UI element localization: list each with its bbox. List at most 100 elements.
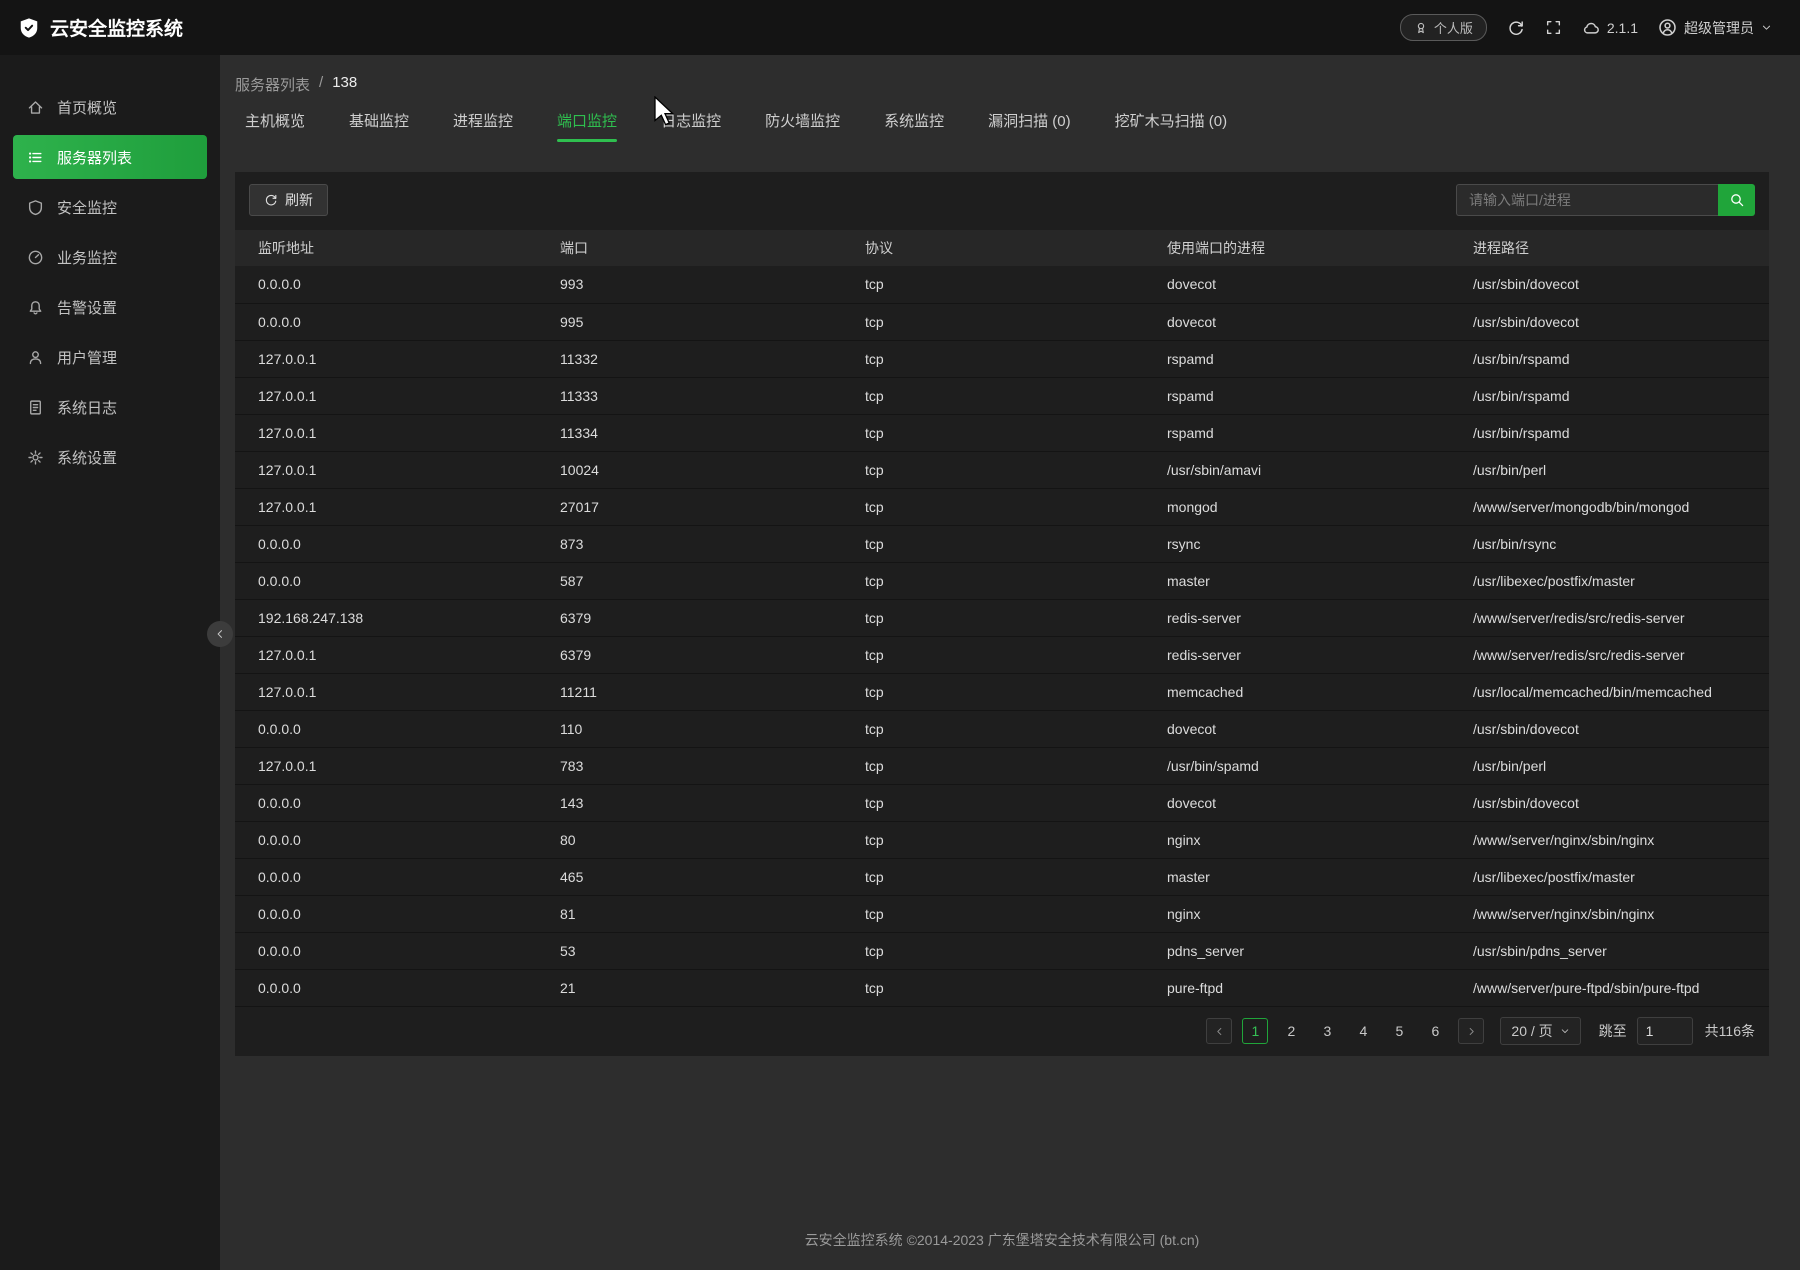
page-button-1[interactable]: 1 [1242,1018,1268,1044]
column-header-process: 使用端口的进程 [1144,230,1450,266]
sidebar-collapse-button[interactable] [207,621,233,647]
page-button-3[interactable]: 3 [1314,1018,1340,1044]
breadcrumb-separator: / [319,74,323,95]
tab-base-monitor[interactable]: 基础监控 [349,110,409,142]
cell-process: mongod [1144,488,1450,525]
column-header-listen-address: 监听地址 [235,230,537,266]
tab-host-overview[interactable]: 主机概览 [245,110,305,142]
sidebar-item-alerts[interactable]: 告警设置 [13,285,207,329]
cell-process: redis-server [1144,599,1450,636]
cell-listen-address: 127.0.0.1 [235,451,537,488]
sidebar-item-logs[interactable]: 系统日志 [13,385,207,429]
breadcrumb-section[interactable]: 服务器列表 [235,74,310,95]
tab-port-monitor[interactable]: 端口监控 [557,110,617,142]
prev-page-button[interactable] [1206,1018,1232,1044]
sidebar-item-overview[interactable]: 首页概览 [13,85,207,129]
edition-badge[interactable]: 个人版 [1400,14,1487,41]
total-count: 共116条 [1705,1021,1755,1041]
search-input[interactable] [1456,184,1718,216]
footer-text: 云安全监控系统 ©2014-2023 广东堡塔安全技术有限公司 (bt.cn) [235,1230,1769,1270]
app-root: 云安全监控系统 个人版 2.1.1 [0,0,1800,1270]
search-button[interactable] [1718,184,1755,216]
header-refresh-button[interactable] [1507,19,1525,37]
tab-mining-scan[interactable]: 挖矿木马扫描 (0) [1115,110,1228,142]
sidebar-item-settings[interactable]: 系统设置 [13,435,207,479]
app-logo: 云安全监控系统 [18,14,183,41]
user-menu[interactable]: 超级管理员 [1658,18,1772,38]
cell-listen-address: 127.0.0.1 [235,340,537,377]
table-row: 127.0.0.1 27017 tcp mongod /www/server/m… [235,488,1769,525]
chevron-down-icon [1761,22,1772,33]
cell-listen-address: 0.0.0.0 [235,710,537,747]
shield-icon [27,199,44,216]
cell-port: 21 [537,969,842,1006]
page-size-select[interactable]: 20 / 页 [1500,1017,1580,1045]
username-label: 超级管理员 [1684,18,1754,38]
cell-port: 11334 [537,414,842,451]
table-toolbar: 刷新 [235,172,1769,230]
sidebar-item-servers[interactable]: 服务器列表 [13,135,207,179]
content-panel: 刷新 [235,172,1769,1056]
jump-page-input[interactable] [1637,1017,1693,1045]
sidebar-item-users[interactable]: 用户管理 [13,335,207,379]
cell-protocol: tcp [842,784,1144,821]
cell-port: 995 [537,303,842,340]
tab-log-monitor[interactable]: 日志监控 [661,110,721,142]
cell-listen-address: 0.0.0.0 [235,932,537,969]
fullscreen-button[interactable] [1545,19,1562,36]
cell-process: /usr/bin/spamd [1144,747,1450,784]
sidebar-item-label: 首页概览 [57,97,117,118]
table-row: 0.0.0.0 81 tcp nginx /www/server/nginx/s… [235,895,1769,932]
page-button-2[interactable]: 2 [1278,1018,1304,1044]
page-button-4[interactable]: 4 [1350,1018,1376,1044]
table-row: 0.0.0.0 53 tcp pdns_server /usr/sbin/pdn… [235,932,1769,969]
column-header-process-path: 进程路径 [1450,230,1769,266]
cell-process: nginx [1144,821,1450,858]
sidebar-item-business[interactable]: 业务监控 [13,235,207,279]
tab-system-monitor[interactable]: 系统监控 [884,110,944,142]
cell-listen-address: 0.0.0.0 [235,525,537,562]
cell-protocol: tcp [842,451,1144,488]
table-row: 0.0.0.0 995 tcp dovecot /usr/sbin/doveco… [235,303,1769,340]
cell-port: 6379 [537,636,842,673]
cell-process-path: /www/server/redis/src/redis-server [1450,599,1769,636]
refresh-button[interactable]: 刷新 [249,184,328,216]
cell-process: memcached [1144,673,1450,710]
cell-protocol: tcp [842,377,1144,414]
cell-process-path: /usr/bin/perl [1450,747,1769,784]
table-row: 0.0.0.0 110 tcp dovecot /usr/sbin/doveco… [235,710,1769,747]
app-shell: 首页概览 服务器列表 安全监控 业务监控 告警设置 用户管理 [0,55,1800,1270]
cell-process: pure-ftpd [1144,969,1450,1006]
tab-firewall-monitor[interactable]: 防火墙监控 [765,110,840,142]
tab-vuln-scan[interactable]: 漏洞扫描 (0) [988,110,1071,142]
cell-process: master [1144,562,1450,599]
sidebar-item-security[interactable]: 安全监控 [13,185,207,229]
cell-process-path: /usr/local/memcached/bin/memcached [1450,673,1769,710]
top-header: 云安全监控系统 个人版 2.1.1 [0,0,1800,55]
table-row: 0.0.0.0 993 tcp dovecot /usr/sbin/doveco… [235,266,1769,303]
app-title: 云安全监控系统 [50,14,183,41]
table-row: 192.168.247.138 6379 tcp redis-server /w… [235,599,1769,636]
cell-process: dovecot [1144,784,1450,821]
table-row: 127.0.0.1 11334 tcp rspamd /usr/bin/rspa… [235,414,1769,451]
cell-process-path: /usr/libexec/postfix/master [1450,562,1769,599]
cell-process: redis-server [1144,636,1450,673]
sidebar-item-label: 用户管理 [57,347,117,368]
next-page-button[interactable] [1458,1018,1484,1044]
cell-port: 80 [537,821,842,858]
cell-process-path: /www/server/mongodb/bin/mongod [1450,488,1769,525]
cell-listen-address: 127.0.0.1 [235,747,537,784]
tab-process-monitor[interactable]: 进程监控 [453,110,513,142]
cell-listen-address: 127.0.0.1 [235,488,537,525]
version-button[interactable]: 2.1.1 [1582,19,1638,37]
page-button-6[interactable]: 6 [1422,1018,1448,1044]
search-icon [1729,192,1745,208]
page-button-5[interactable]: 5 [1386,1018,1412,1044]
cell-listen-address: 127.0.0.1 [235,636,537,673]
cell-process-path: /usr/bin/rsync [1450,525,1769,562]
cell-protocol: tcp [842,858,1144,895]
cell-process-path: /usr/sbin/dovecot [1450,266,1769,303]
cell-port: 11211 [537,673,842,710]
cell-process: rspamd [1144,377,1450,414]
cell-process-path: /www/server/pure-ftpd/sbin/pure-ftpd [1450,969,1769,1006]
